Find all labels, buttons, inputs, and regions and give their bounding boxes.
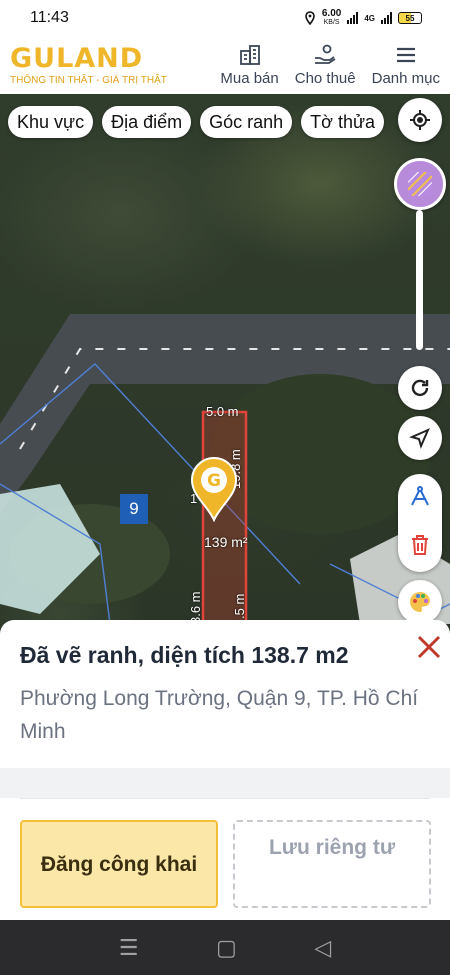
map-layer-button[interactable] [394, 158, 446, 210]
nav-label: Cho thuê [294, 70, 356, 87]
chip-goc-ranh[interactable]: Góc ranh [200, 106, 293, 138]
palette-icon [410, 591, 430, 612]
navigation-arrow-icon [409, 428, 430, 449]
net-speed: 6.00 KB/S [321, 8, 342, 27]
guland-logo[interactable]: GULAND THÔNG TIN THẬT - GIÁ TRỊ THẬT [10, 42, 180, 86]
main-nav: Mua bán Cho thuê Danh mục [220, 43, 440, 87]
dim-width-top: 5.0 m [206, 404, 239, 419]
publish-public-button[interactable]: Đăng công khai [20, 820, 218, 908]
app-header: GULAND THÔNG TIN THẬT - GIÁ TRỊ THẬT Mua… [0, 36, 450, 94]
map-thumbnail-icon [408, 172, 432, 196]
map-overlay [0, 314, 450, 654]
nav-cho-thue[interactable]: Cho thuê [295, 43, 356, 87]
battery-icon: 55 [398, 12, 422, 24]
hamburger-menu-icon [396, 47, 415, 63]
navigate-button[interactable] [398, 416, 442, 460]
chip-dia-diem[interactable]: Địa điểm [102, 106, 192, 138]
network-type: 4G [364, 13, 375, 23]
save-private-button[interactable]: Lưu riêng tư [233, 820, 431, 908]
map-slider-track[interactable] [416, 210, 423, 350]
plot-info-sheet: Đã vẽ ranh, diện tích 138.7 m2 Phường Lo… [0, 620, 450, 920]
nav-label: Danh mục [371, 70, 440, 87]
compass-draw-icon[interactable] [408, 484, 432, 508]
draw-tools [398, 474, 442, 572]
close-icon[interactable] [412, 630, 446, 664]
color-palette-button[interactable] [398, 580, 442, 624]
signal-icon-2 [381, 12, 392, 24]
nav-label: Mua bán [220, 70, 279, 87]
sheet-address: Phường Long Trường, Quận 9, TP. Hồ Chí M… [20, 687, 419, 743]
location-icon [305, 11, 315, 25]
back-icon[interactable]: ◁ [314, 935, 331, 961]
filter-chips: Khu vực Địa điểm Góc ranh Tờ thửa [8, 106, 385, 138]
dim-lower-right: .5 m [232, 593, 247, 619]
trash-icon[interactable] [410, 534, 430, 556]
refresh-button[interactable] [398, 366, 442, 410]
refresh-icon [411, 379, 429, 397]
nav-danh-muc[interactable]: Danh mục [372, 43, 440, 87]
status-icons: 6.00 KB/S 4G 55 [304, 9, 422, 27]
sheet-title: Đã vẽ ranh, diện tích 138.7 m2 [20, 642, 349, 668]
plot-area-label: 139 m² [204, 534, 248, 550]
nav-mua-ban[interactable]: Mua bán [220, 43, 279, 87]
status-bar: 11:43 6.00 KB/S 4G 55 [0, 0, 450, 36]
divider [20, 798, 430, 799]
locate-button[interactable] [398, 98, 442, 142]
system-nav-bar: ☰ ▢ ◁ [0, 920, 450, 975]
logo-text: GULAND [10, 42, 144, 74]
satellite-map[interactable]: 5.0 m 19.8 m 139 m² 3.6 m .5 m 1 G [0, 94, 450, 654]
chip-to-thua[interactable]: Tờ thửa [301, 106, 385, 138]
home-icon[interactable]: ▢ [216, 935, 237, 961]
hand-key-icon [315, 44, 336, 64]
lot-number-badge: 9 [120, 494, 148, 524]
signal-icon [347, 12, 359, 24]
crosshair-icon [410, 110, 430, 130]
recent-apps-icon[interactable]: ☰ [119, 935, 139, 961]
building-icon [239, 45, 260, 65]
location-marker-icon[interactable]: G [188, 454, 240, 522]
chip-khu-vuc[interactable]: Khu vực [8, 106, 94, 138]
divider-band [0, 768, 450, 798]
marker-letter: G [207, 471, 221, 491]
clock: 11:43 [30, 9, 69, 26]
logo-tagline: THÔNG TIN THẬT - GIÁ TRỊ THẬT [10, 74, 167, 86]
